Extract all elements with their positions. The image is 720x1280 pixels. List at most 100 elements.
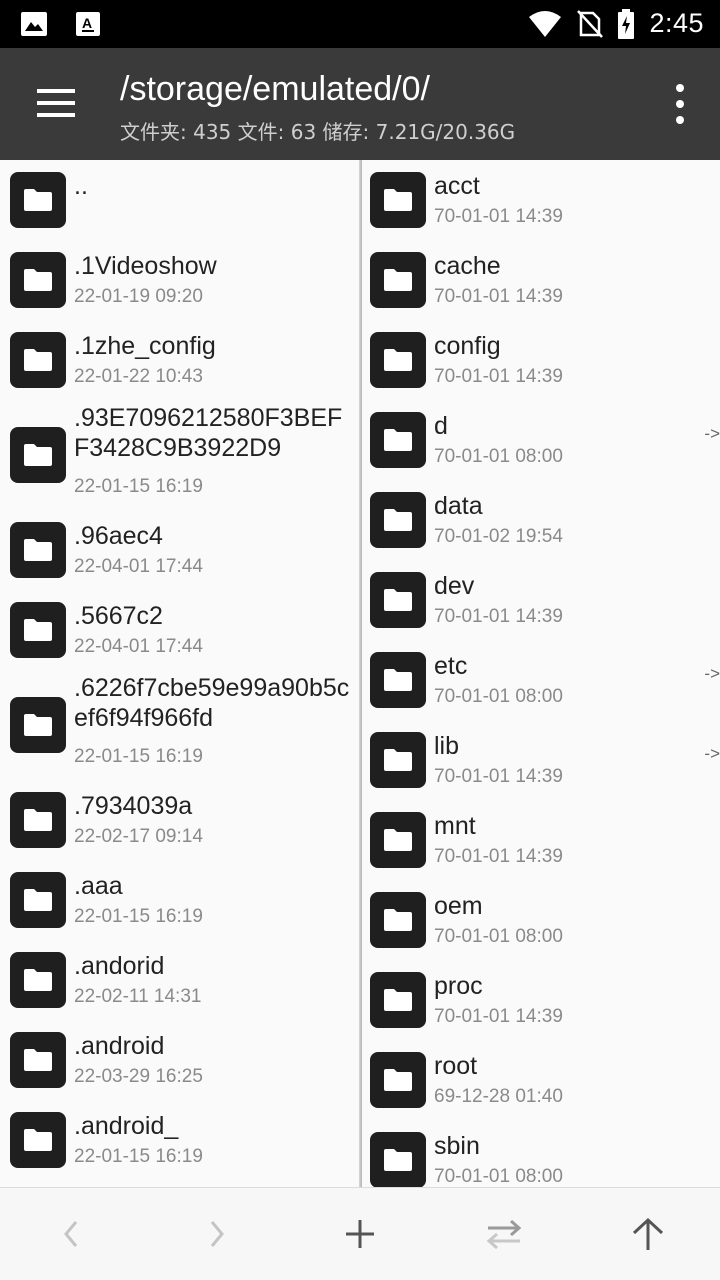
file-name: cache — [434, 252, 501, 280]
list-item[interactable]: cache 70-01-01 14:39 — [362, 240, 720, 320]
list-item[interactable]: sbin 70-01-01 08:00 — [362, 1120, 720, 1187]
up-icon — [632, 1217, 664, 1250]
forward-button[interactable] — [188, 1208, 244, 1260]
file-date: 22-04-01 17:44 — [74, 556, 203, 577]
file-name: mnt — [434, 812, 476, 840]
overflow-menu-icon[interactable] — [670, 84, 690, 124]
file-name: .96aec4 — [74, 522, 163, 550]
folder-icon — [370, 732, 426, 788]
file-name: .5667c2 — [74, 602, 163, 630]
file-date: 70-01-01 14:39 — [434, 766, 563, 787]
file-date: 22-03-29 16:25 — [74, 1066, 203, 1087]
folder-icon — [370, 332, 426, 388]
swap-panes-button[interactable] — [476, 1208, 532, 1260]
folder-icon — [370, 492, 426, 548]
list-item[interactable]: .6226f7cbe59e99a90b5cef6f94f966fd 22-01-… — [0, 670, 360, 780]
list-item[interactable]: .andorid 22-02-11 14:31 — [0, 940, 360, 1020]
list-item[interactable]: config 70-01-01 14:39 — [362, 320, 720, 400]
folder-icon — [10, 172, 66, 228]
file-date: 22-02-11 14:31 — [74, 986, 202, 1007]
back-button[interactable] — [44, 1208, 100, 1260]
bottom-toolbar — [0, 1187, 720, 1280]
text-notification-icon: A — [76, 12, 100, 36]
svg-text:A: A — [82, 15, 92, 31]
right-pane[interactable]: acct 70-01-01 14:39 cache 70-01-01 14:39… — [362, 160, 720, 1187]
file-date: 70-01-01 14:39 — [434, 846, 563, 867]
file-name: .1zhe_config — [74, 332, 216, 360]
list-item[interactable]: root 69-12-28 01:40 — [362, 1040, 720, 1120]
list-item[interactable]: .7934039a 22-02-17 09:14 — [0, 780, 360, 860]
file-date: 70-01-01 14:39 — [434, 366, 563, 387]
back-icon — [64, 1221, 78, 1247]
file-name: .aaa — [74, 872, 123, 900]
file-name: d — [434, 412, 448, 440]
folder-icon — [10, 792, 66, 848]
list-item[interactable]: proc 70-01-01 14:39 — [362, 960, 720, 1040]
file-date: 70-01-01 14:39 — [434, 286, 563, 307]
list-item[interactable]: etc 70-01-01 08:00 -> — [362, 640, 720, 720]
list-item[interactable]: .93E7096212580F3BEFF3428C9B3922D9 22-01-… — [0, 400, 360, 510]
file-date: 22-01-22 10:43 — [74, 366, 203, 387]
folder-icon — [370, 1052, 426, 1108]
list-item[interactable]: dev 70-01-01 14:39 — [362, 560, 720, 640]
folder-icon — [370, 412, 426, 468]
parent-folder-button[interactable] — [620, 1208, 676, 1260]
list-item[interactable]: d 70-01-01 08:00 -> — [362, 400, 720, 480]
file-name: .android_ — [74, 1112, 179, 1140]
list-item[interactable]: acct 70-01-01 14:39 — [362, 160, 720, 240]
file-date: 70-01-01 14:39 — [434, 206, 563, 227]
folder-icon — [10, 602, 66, 658]
image-notification-icon — [21, 12, 47, 36]
folder-icon — [370, 892, 426, 948]
folder-icon — [370, 572, 426, 628]
clock: 2:45 — [649, 8, 704, 38]
list-item[interactable]: .96aec4 22-04-01 17:44 — [0, 510, 360, 590]
file-name: data — [434, 492, 483, 520]
list-item[interactable]: .android_ 22-01-15 16:19 — [0, 1100, 360, 1180]
file-date: 22-01-15 16:19 — [74, 746, 203, 767]
folder-icon — [10, 1032, 66, 1088]
folder-icon — [10, 872, 66, 928]
status-bar: A 2:45 — [0, 0, 720, 48]
file-name: lib — [434, 732, 460, 760]
file-name: .7934039a — [74, 792, 193, 820]
file-date: 70-01-01 14:39 — [434, 1006, 563, 1027]
file-name: .93E7096212580F3BEFF3428C9B3922D9 — [74, 404, 343, 462]
file-name: acct — [434, 172, 480, 200]
dual-pane: .. .1Videoshow 22-01-19 09:20 .1zhe_conf… — [0, 160, 720, 1187]
wifi-icon — [529, 10, 562, 37]
storage-summary: 文件夹: 435 文件: 63 储存: 7.21G/20.36G — [120, 120, 516, 144]
list-item[interactable]: lib 70-01-01 14:39 -> — [362, 720, 720, 800]
current-path: /storage/emulated/0/ — [120, 70, 430, 108]
file-name: .andorid — [74, 952, 165, 980]
file-name: .android — [74, 1032, 165, 1060]
symlink-marker: -> — [704, 744, 720, 763]
file-name: .. — [74, 172, 88, 200]
folder-icon — [370, 812, 426, 868]
symlink-marker: -> — [704, 664, 720, 683]
list-item[interactable]: .5667c2 22-04-01 17:44 — [0, 590, 360, 670]
file-name: root — [434, 1052, 478, 1080]
file-date: 70-01-01 08:00 — [434, 1166, 563, 1187]
list-item[interactable]: .aaa 22-01-15 16:19 — [0, 860, 360, 940]
file-name: etc — [434, 652, 468, 680]
add-icon — [346, 1220, 374, 1248]
folder-icon — [10, 697, 66, 753]
file-name: .1Videoshow — [74, 252, 217, 280]
folder-icon — [10, 522, 66, 578]
list-item-parent[interactable]: .. — [0, 160, 360, 240]
menu-icon[interactable] — [24, 78, 88, 128]
file-name: sbin — [434, 1132, 480, 1160]
file-name: proc — [434, 972, 483, 1000]
file-date: 70-01-01 08:00 — [434, 686, 563, 707]
swap-icon — [486, 1219, 522, 1250]
list-item[interactable]: oem 70-01-01 08:00 — [362, 880, 720, 960]
left-pane[interactable]: .. .1Videoshow 22-01-19 09:20 .1zhe_conf… — [0, 160, 360, 1187]
list-item[interactable]: .1Videoshow 22-01-19 09:20 — [0, 240, 360, 320]
list-item[interactable]: data 70-01-02 19:54 — [362, 480, 720, 560]
add-button[interactable] — [332, 1208, 388, 1260]
list-item[interactable]: mnt 70-01-01 14:39 — [362, 800, 720, 880]
folder-icon — [370, 652, 426, 708]
list-item[interactable]: .1zhe_config 22-01-22 10:43 — [0, 320, 360, 400]
list-item[interactable]: .android 22-03-29 16:25 — [0, 1020, 360, 1100]
